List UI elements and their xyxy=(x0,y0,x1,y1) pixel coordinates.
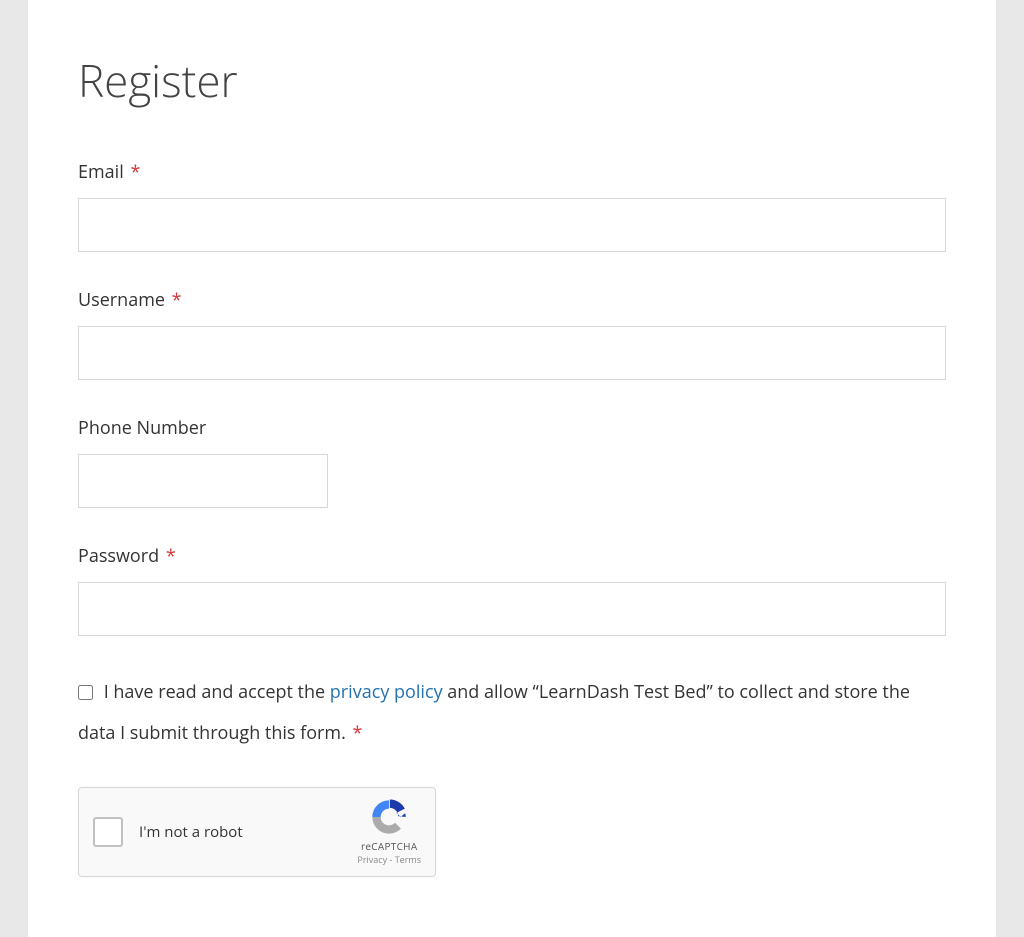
field-username: Username * xyxy=(78,288,946,380)
recaptcha-separator: - xyxy=(387,853,395,866)
required-marker: * xyxy=(166,544,176,568)
consent-row: I have read and accept the privacy polic… xyxy=(78,672,946,755)
recaptcha-brand: reCAPTCHA xyxy=(357,839,421,853)
email-label-row: Email * xyxy=(78,160,946,184)
password-label: Password xyxy=(78,544,159,568)
phone-label: Phone Number xyxy=(78,416,206,440)
password-input[interactable] xyxy=(78,582,946,636)
recaptcha-terms-link[interactable]: Terms xyxy=(395,853,421,866)
recaptcha-widget: I'm not a robot reCAPTCHA Privacy - Term… xyxy=(78,787,436,877)
field-password: Password * xyxy=(78,544,946,636)
email-label: Email xyxy=(78,160,124,184)
recaptcha-branding: reCAPTCHA Privacy - Terms xyxy=(357,797,421,866)
field-email: Email * xyxy=(78,160,946,252)
consent-text-before: I have read and accept the xyxy=(104,680,330,704)
required-marker: * xyxy=(130,160,140,184)
recaptcha-links: Privacy - Terms xyxy=(357,853,421,866)
recaptcha-icon xyxy=(369,797,409,837)
register-card: Register Email * Username * Phone Number… xyxy=(28,0,996,937)
recaptcha-privacy-link[interactable]: Privacy xyxy=(357,853,387,866)
username-label-row: Username * xyxy=(78,288,946,312)
privacy-policy-link[interactable]: privacy policy xyxy=(330,680,443,704)
field-phone: Phone Number xyxy=(78,416,946,508)
email-input[interactable] xyxy=(78,198,946,252)
recaptcha-left: I'm not a robot xyxy=(93,817,243,847)
required-marker: * xyxy=(352,721,362,745)
username-input[interactable] xyxy=(78,326,946,380)
required-marker: * xyxy=(172,288,182,312)
phone-label-row: Phone Number xyxy=(78,416,946,440)
phone-input[interactable] xyxy=(78,454,328,508)
recaptcha-checkbox[interactable] xyxy=(93,817,123,847)
consent-checkbox[interactable] xyxy=(78,685,93,700)
username-label: Username xyxy=(78,288,165,312)
password-label-row: Password * xyxy=(78,544,946,568)
page-title: Register xyxy=(78,50,946,110)
recaptcha-label: I'm not a robot xyxy=(139,822,243,842)
